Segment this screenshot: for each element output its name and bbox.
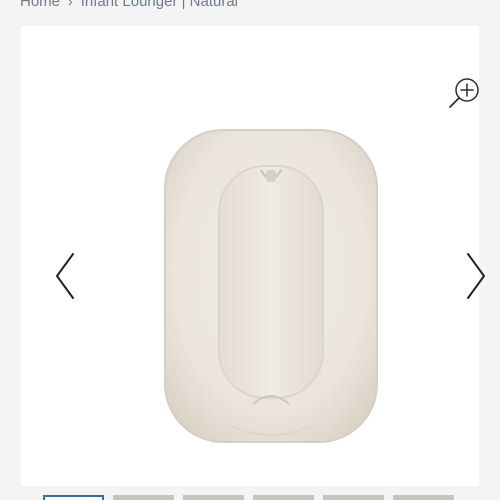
thumbnail-5[interactable] bbox=[323, 495, 384, 500]
product-page: Home › Infant Lounger | Natural bbox=[0, 0, 500, 500]
chevron-right-icon bbox=[467, 253, 485, 299]
thumbnail-3[interactable] bbox=[183, 495, 244, 500]
thumbnail-4[interactable] bbox=[253, 495, 314, 500]
breadcrumb: Home › Infant Lounger | Natural bbox=[20, 0, 238, 11]
breadcrumb-current: Infant Lounger | Natural bbox=[80, 0, 239, 10]
zoom-in-icon bbox=[449, 78, 479, 108]
product-image bbox=[164, 129, 378, 443]
chevron-left-icon bbox=[56, 253, 74, 299]
thumbnail-6[interactable] bbox=[393, 495, 454, 500]
product-image-gallery bbox=[21, 26, 485, 486]
previous-image-button[interactable] bbox=[51, 248, 79, 304]
thumbnail-2[interactable] bbox=[113, 495, 174, 500]
thumbnail-1[interactable] bbox=[43, 495, 104, 500]
breadcrumb-home-link[interactable]: Home bbox=[20, 0, 60, 10]
breadcrumb-separator: › bbox=[68, 0, 73, 9]
thumbnail-strip bbox=[43, 495, 454, 500]
zoom-button[interactable] bbox=[445, 74, 483, 112]
next-image-button[interactable] bbox=[462, 248, 490, 304]
